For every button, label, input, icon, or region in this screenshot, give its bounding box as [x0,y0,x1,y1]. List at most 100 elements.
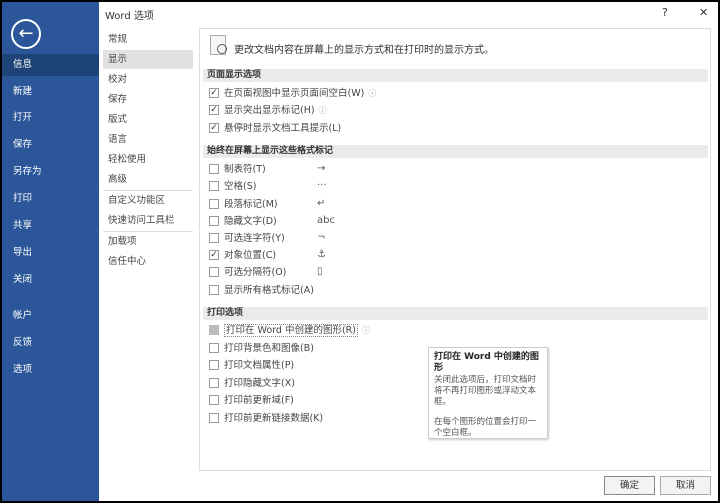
category-language[interactable]: 语言 [103,130,193,149]
sidebar-item-share[interactable]: 共享 [2,215,99,237]
checkbox-icon[interactable] [209,198,219,209]
print-option-checkbox[interactable]: 打印在 Word 中创建的图形(R) ⓘ [209,324,370,338]
checkbox-label: 可选连字符(Y) [224,233,285,244]
format-mark-checkbox[interactable]: 可选分隔符(O) [209,266,286,280]
print-option-checkbox[interactable]: 打印文档属性(P) [209,359,294,373]
print-option-checkbox[interactable]: 打印前更新域(F) [209,394,294,408]
format-mark-checkbox[interactable]: 隐藏文字(D) [209,215,277,229]
checkbox-label: 打印前更新链接数据(K) [224,413,324,424]
checkbox-icon[interactable] [209,342,219,353]
sidebar-item-options[interactable]: 选项 [2,359,99,381]
checkbox-label: 打印文档属性(P) [224,360,295,371]
sidebar-item-save-as[interactable]: 另存为 [2,161,99,183]
checkbox-label: 隐藏文字(D) [224,216,277,227]
checkbox-icon[interactable] [209,324,219,335]
format-mark-symbol: ¬ [317,232,326,243]
sidebar-item-info[interactable]: 信息 [2,54,99,76]
dialog-title: Word 选项 [105,11,154,22]
document-magnifier-icon [210,35,227,55]
checkbox-label: 打印前更新域(F) [224,395,294,406]
tooltip-text: 关闭此选项后，打印文档时将不再打印图形或浮动文本框。 [434,375,537,407]
info-icon[interactable]: ⓘ [319,104,327,118]
checkbox-icon[interactable] [209,359,219,370]
checkbox-icon[interactable] [209,232,219,243]
checkbox-icon[interactable] [209,163,219,174]
backstage-sidebar: ← 信息 新建 打开 保存 另存为 打印 共享 导出 关闭 帐户 反馈 选项 [2,2,99,501]
checkbox-label: 制表符(T) [224,164,266,175]
checkbox-icon[interactable] [209,215,219,226]
format-mark-checkbox[interactable]: 可选连字符(Y) [209,232,285,246]
format-mark-symbol: → [317,163,326,174]
checkbox-icon[interactable]: ✓ [209,122,219,133]
print-option-checkbox[interactable]: 打印隐藏文字(X) [209,377,295,391]
section-formatting-marks: 始终在屏幕上显示这些格式标记 [203,145,708,158]
checkbox-icon[interactable] [209,284,219,295]
tooltip-text-2: 在每个图形的位置会打印一个空白框。 [434,417,537,438]
page-option-checkbox[interactable]: ✓ 在页面视图中显示页面间空白(W) ⓘ [209,87,376,101]
sidebar-item-account[interactable]: 帐户 [2,305,99,327]
category-trust-center[interactable]: 信任中心 [103,252,193,271]
checkbox-icon[interactable]: ✓ [209,249,219,260]
checkbox-label: 悬停时显示文档工具提示(L) [224,123,342,134]
format-mark-checkbox[interactable]: 空格(S) [209,180,256,194]
category-quick-access-toolbar[interactable]: 快速访问工具栏 [103,211,193,230]
checkbox-icon[interactable] [209,394,219,405]
section-print-options: 打印选项 [203,307,708,320]
checkbox-label: 打印在 Word 中创建的图形(R) [224,324,358,337]
checkbox-icon[interactable] [209,266,219,277]
category-accessibility[interactable]: 轻松使用 [103,150,193,169]
sidebar-item-export[interactable]: 导出 [2,242,99,264]
display-options-panel: 更改文档内容在屏幕上的显示方式和在打印时的显示方式。 页面显示选项 ✓ 在页面视图… [199,28,711,471]
category-display[interactable]: 显示 [103,50,193,69]
word-options-dialog: Word 选项 ? ✕ 常规 显示 校对 保存 版式 语言 轻松使用 高级 自定… [99,2,718,501]
section-page-display: 页面显示选项 [203,69,708,82]
format-mark-checkbox[interactable]: 段落标记(M) [209,198,278,212]
info-icon[interactable]: ⓘ [368,87,376,101]
close-button[interactable]: ✕ [699,6,708,19]
info-icon[interactable]: ⓘ [362,324,370,338]
checkbox-icon[interactable]: ✓ [209,104,219,115]
category-customize-ribbon[interactable]: 自定义功能区 [103,191,193,210]
format-mark-symbol: ⚓ [317,249,326,260]
sidebar-item-open[interactable]: 打开 [2,107,99,129]
checkbox-icon[interactable]: ✓ [209,87,219,98]
format-mark-checkbox[interactable]: 制表符(T) [209,163,266,177]
format-mark-symbol: ↵ [317,198,326,209]
sidebar-item-feedback[interactable]: 反馈 [2,332,99,354]
category-layout[interactable]: 版式 [103,110,193,129]
sidebar-item-print[interactable]: 打印 [2,188,99,210]
sidebar-item-new[interactable]: 新建 [2,81,99,103]
category-add-ins[interactable]: 加载项 [103,232,193,251]
checkbox-label: 可选分隔符(O) [224,267,287,278]
checkbox-label: 对象位置(C) [224,250,277,261]
checkbox-label: 在页面视图中显示页面间空白(W) [224,88,365,99]
sidebar-item-close[interactable]: 关闭 [2,269,99,291]
format-mark-checkbox[interactable]: ✓ 对象位置(C) [209,249,276,263]
checkbox-icon[interactable] [209,377,219,388]
help-button[interactable]: ? [662,6,668,19]
sidebar-item-save[interactable]: 保存 [2,134,99,156]
checkbox-icon[interactable] [209,412,219,423]
category-save[interactable]: 保存 [103,90,193,109]
panel-description: 更改文档内容在屏幕上的显示方式和在打印时的显示方式。 [234,45,494,56]
checkbox-icon[interactable] [209,180,219,191]
category-proofing[interactable]: 校对 [103,70,193,89]
tooltip: 打印在 Word 中创建的图形 关闭此选项后，打印文档时将不再打印图形或浮动文本… [428,347,548,439]
format-mark-symbol: ▯ [317,266,323,277]
format-mark-symbol: abc [317,215,335,226]
category-general[interactable]: 常规 [103,30,193,49]
print-option-checkbox[interactable]: 打印前更新链接数据(K) [209,412,323,426]
tooltip-title: 打印在 Word 中创建的图形 [434,352,539,373]
page-option-checkbox[interactable]: ✓ 悬停时显示文档工具提示(L) [209,122,341,136]
page-option-checkbox[interactable]: ✓ 显示突出显示标记(H) ⓘ [209,104,327,118]
ok-button[interactable]: 确定 [604,476,655,495]
category-advanced[interactable]: 高级 [103,170,193,189]
cancel-button[interactable]: 取消 [660,476,711,495]
back-arrow-icon[interactable]: ← [11,19,41,49]
checkbox-label: 显示所有格式标记(A) [224,285,314,296]
checkbox-label: 打印隐藏文字(X) [224,378,295,389]
print-option-checkbox[interactable]: 打印背景色和图像(B) [209,342,314,356]
checkbox-label: 空格(S) [224,181,257,192]
checkbox-label: 打印背景色和图像(B) [224,343,314,354]
format-mark-checkbox[interactable]: 显示所有格式标记(A) [209,284,314,298]
